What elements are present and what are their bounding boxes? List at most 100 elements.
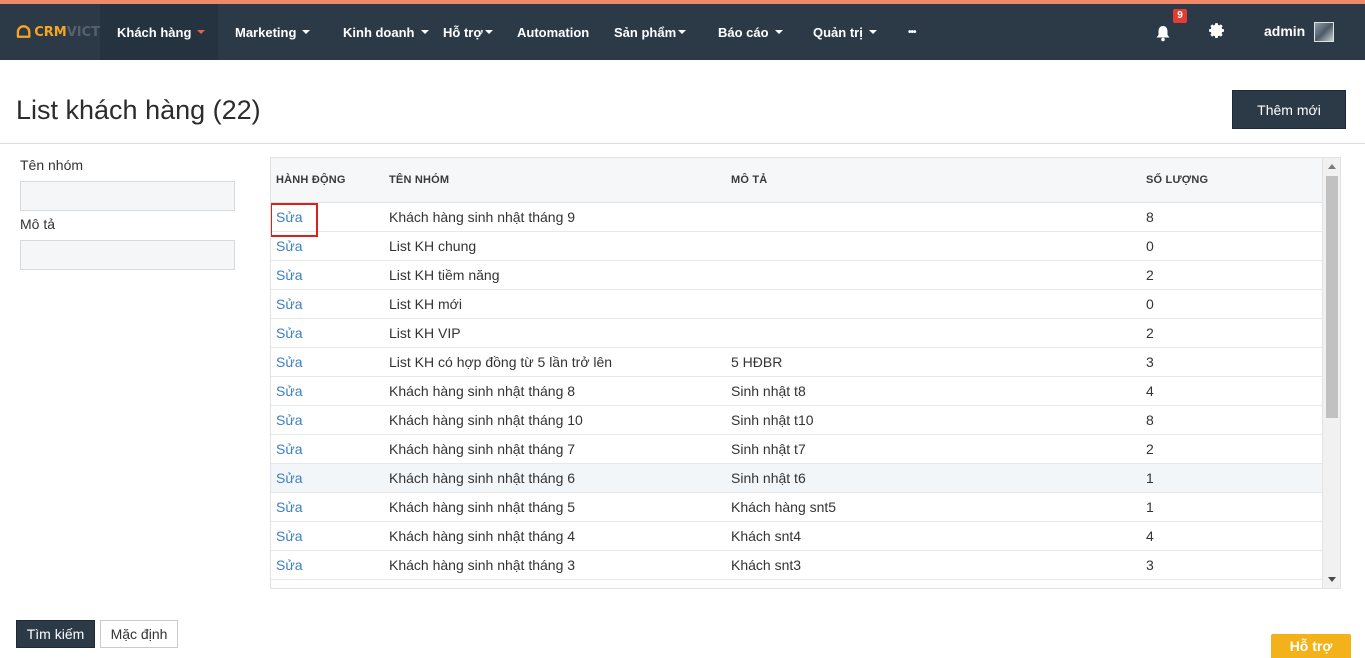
logo[interactable]: CRMVICT (0, 4, 100, 60)
cell-group-name: Khách hàng sinh nhật tháng 6 (389, 470, 576, 486)
table-row: Sửa List KH mới 0 (271, 290, 1323, 319)
cell-group-name: Khách hàng sinh nhật tháng 10 (389, 412, 583, 428)
edit-link[interactable]: Sửa (276, 441, 303, 457)
cell-group-name: Khách hàng sinh nhật tháng 5 (389, 499, 576, 515)
reset-default-button[interactable]: Mặc định (100, 620, 178, 648)
cell-group-name: List KH có hợp đồng từ 5 lần trở lên (389, 354, 613, 370)
table-row: Sửa List KH có hợp đồng từ 5 lần trở lên 5… (271, 348, 1323, 377)
cell-description: Khách snt3 (731, 557, 802, 573)
edit-link[interactable]: Sửa (276, 412, 303, 428)
chevron-down-icon (420, 30, 429, 34)
cell-group-name: List KH tiềm năng (389, 267, 500, 283)
cell-quantity: 8 (1146, 209, 1154, 225)
page-title: List khách hàng (22) (16, 95, 261, 125)
cell-group-name: Khách hàng sinh nhật tháng 3 (389, 557, 576, 573)
cell-quantity: 4 (1146, 383, 1154, 399)
description-label: Mô tả (20, 216, 56, 232)
header-divider (0, 143, 1365, 144)
scroll-up-icon[interactable] (1328, 164, 1336, 169)
table-row: Sửa Khách hàng sinh nhật tháng 3 Khách snt… (271, 551, 1323, 580)
table-row: Sửa Khách hàng sinh nhật tháng 10 Sinh nhậ… (271, 406, 1323, 435)
edit-link[interactable]: Sửa (276, 528, 303, 544)
table-row: Sửa Khách hàng sinh nhật tháng 6 Sinh nhật… (271, 464, 1323, 493)
table-scrollbar[interactable] (1322, 158, 1340, 588)
cell-group-name: Khách hàng sinh nhật tháng 8 (389, 383, 576, 399)
cell-group-name: Khách hàng sinh nhật tháng 7 (389, 441, 576, 457)
cell-group-name: Khách hàng sinh nhật tháng 9 (389, 209, 576, 225)
column-header-description[interactable]: MÔ TẢ (731, 174, 767, 186)
nav-item-products[interactable]: Sản phẩm (614, 4, 718, 60)
nav-item-marketing[interactable]: Marketing (218, 4, 326, 60)
cell-quantity: 2 (1146, 441, 1154, 457)
edit-link[interactable]: Sửa (276, 325, 303, 341)
table-header: HÀNH ĐỘNG TÊN NHÓM MÔ TẢ SỐ LƯỢNG (271, 158, 1323, 203)
column-header-quantity[interactable]: SỐ LƯỢNG (1146, 174, 1208, 186)
avatar[interactable] (1314, 22, 1334, 42)
cell-description: 5 HĐBR (731, 354, 783, 370)
more-icon: ••• (908, 26, 916, 38)
edit-link[interactable]: Sửa (276, 383, 303, 399)
bell-icon[interactable] (1154, 24, 1172, 42)
group-name-input[interactable] (20, 181, 235, 211)
nav-item-more[interactable]: ••• (908, 4, 948, 60)
logo-icon (16, 25, 31, 38)
help-button[interactable]: Hỗ trợ (1271, 634, 1351, 658)
scrollbar-thumb[interactable] (1326, 176, 1338, 418)
logo-text: CRMVICT (34, 24, 100, 40)
edit-link[interactable]: Sửa (271, 203, 318, 237)
edit-link[interactable]: Sửa (276, 296, 303, 312)
nav-item-reports[interactable]: Báo cáo (718, 4, 813, 60)
cell-quantity: 0 (1146, 238, 1154, 254)
cell-group-name: Khách hàng sinh nhật tháng 4 (389, 528, 576, 544)
table-body: Sửa Khách hàng sinh nhật tháng 9 8 Sửa List … (271, 203, 1323, 580)
user-name[interactable]: admin (1264, 23, 1305, 39)
nav-item-support[interactable]: Hỗ trợ (442, 4, 517, 60)
add-new-button[interactable]: Thêm mới (1232, 90, 1346, 129)
group-name-label: Tên nhóm (20, 157, 84, 173)
cell-quantity: 0 (1146, 296, 1154, 312)
cell-group-name: List KH VIP (389, 325, 461, 341)
cell-quantity: 2 (1146, 267, 1154, 283)
cell-description: Sinh nhật t6 (731, 470, 806, 486)
cell-description: Khách hàng snt5 (731, 499, 837, 515)
column-header-group-name[interactable]: TÊN NHÓM (389, 174, 449, 186)
cell-quantity: 1 (1146, 499, 1154, 515)
column-header-action[interactable]: HÀNH ĐỘNG (276, 174, 346, 186)
nav-item-admin[interactable]: Quản trị (813, 4, 908, 60)
chevron-down-icon (302, 30, 311, 34)
cell-quantity: 3 (1146, 557, 1154, 573)
edit-link[interactable]: Sửa (276, 267, 303, 283)
cell-description: Khách snt4 (731, 528, 802, 544)
nav-item-sales[interactable]: Kinh doanh (326, 4, 442, 60)
nav-item-automation[interactable]: Automation (517, 4, 614, 60)
edit-link[interactable]: Sửa (276, 499, 303, 515)
edit-link[interactable]: Sửa (276, 354, 303, 370)
group-table: HÀNH ĐỘNG TÊN NHÓM MÔ TẢ SỐ LƯỢNG Sửa Khá… (270, 157, 1341, 589)
table-row: Sửa Khách hàng sinh nhật tháng 5 Khách hàn… (271, 493, 1323, 522)
notification-badge: 9 (1173, 9, 1187, 23)
edit-link[interactable]: Sửa (276, 238, 303, 254)
cell-description: Sinh nhật t7 (731, 441, 806, 457)
table-row: Sửa List KH chung 0 (271, 232, 1323, 261)
gear-icon[interactable] (1208, 22, 1225, 39)
chevron-down-icon (774, 30, 783, 34)
table-row: Sửa Khách hàng sinh nhật tháng 7 Sinh nhật… (271, 435, 1323, 464)
chevron-down-icon (868, 30, 877, 34)
search-button[interactable]: Tìm kiếm (16, 620, 95, 648)
cell-description: Sinh nhật t10 (731, 412, 814, 428)
edit-link[interactable]: Sửa (276, 557, 303, 573)
top-navbar: CRMVICT Khách hàng Marketing Kinh doanh … (0, 4, 1365, 60)
cell-quantity: 3 (1146, 354, 1154, 370)
cell-quantity: 4 (1146, 528, 1154, 544)
cell-description: Sinh nhật t8 (731, 383, 806, 399)
scroll-down-icon[interactable] (1328, 577, 1336, 582)
cell-quantity: 1 (1146, 470, 1154, 486)
cell-quantity: 8 (1146, 412, 1154, 428)
edit-link[interactable]: Sửa (276, 470, 303, 486)
table-row: Sửa Khách hàng sinh nhật tháng 4 Khách snt… (271, 522, 1323, 551)
description-input[interactable] (20, 240, 235, 270)
cell-quantity: 2 (1146, 325, 1154, 341)
table-row: Sửa List KH tiềm năng 2 (271, 261, 1323, 290)
table-row: Sửa List KH VIP 2 (271, 319, 1323, 348)
nav-item-customers[interactable]: Khách hàng (100, 4, 218, 60)
